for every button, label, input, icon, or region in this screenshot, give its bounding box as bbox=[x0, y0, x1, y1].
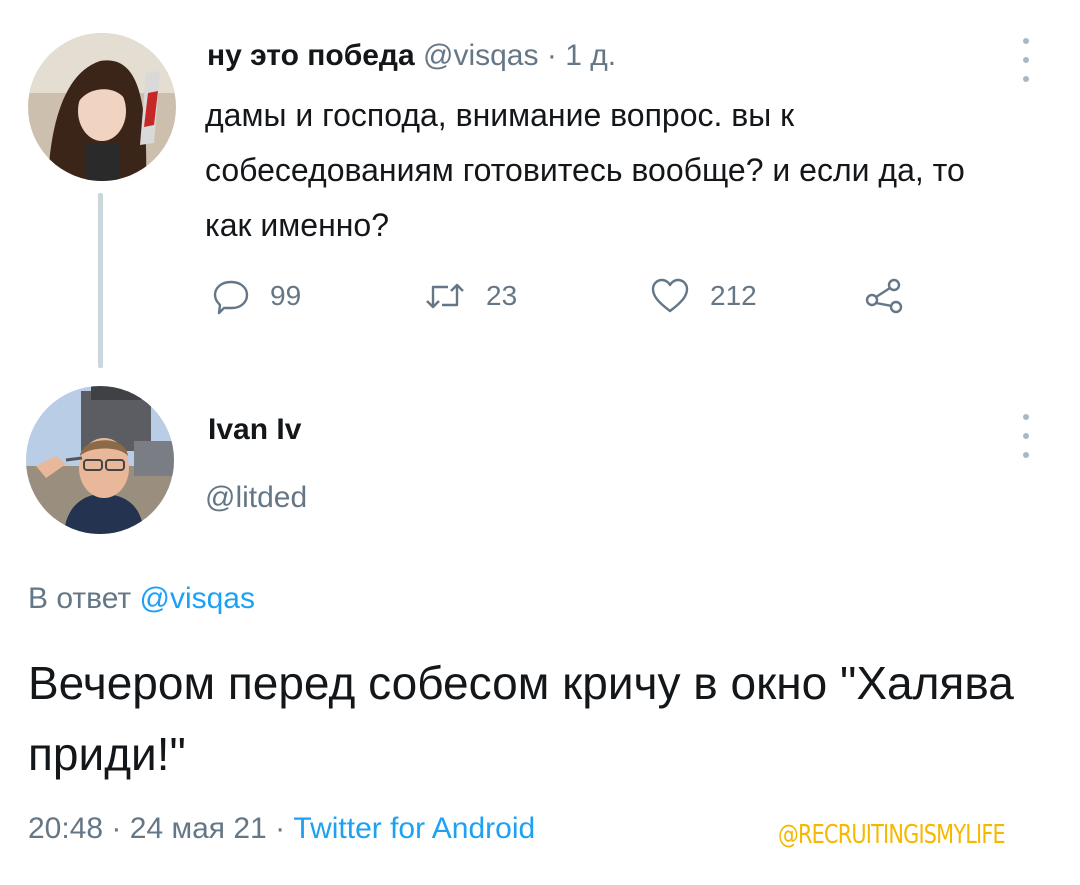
reply-tweet-text: Вечером перед собесом кричу в окно "Халя… bbox=[28, 657, 1014, 780]
meta-separator: · bbox=[111, 812, 122, 845]
reply-time[interactable]: 20:48 bbox=[28, 812, 103, 845]
like-count: 212 bbox=[710, 280, 757, 311]
reply-count: 99 bbox=[270, 280, 302, 311]
share-nodes-icon bbox=[864, 276, 904, 316]
reply-to-line: В ответ @visqas bbox=[28, 579, 255, 619]
reply-handle[interactable]: @litded bbox=[205, 478, 307, 518]
parent-tweet-header: ну это победа @visqas · 1 д. bbox=[207, 36, 616, 76]
reply-to-prefix: В ответ bbox=[28, 582, 132, 615]
header-separator: · bbox=[546, 39, 557, 72]
reply-display-name[interactable]: Ivan Iv bbox=[208, 410, 301, 450]
retweet-button[interactable]: 23 bbox=[424, 274, 517, 318]
reply-to-handle-link[interactable]: @visqas bbox=[139, 582, 255, 615]
parent-tweet-actions: 99 23 212 bbox=[0, 274, 1080, 318]
parent-tweet-text: дамы и господа, внимание вопрос. вы к со… bbox=[205, 97, 965, 243]
watermark-text: @RECRUITINGISMYLIFE bbox=[778, 820, 1006, 850]
share-button[interactable] bbox=[864, 274, 904, 318]
parent-time-ago[interactable]: 1 д. bbox=[565, 39, 616, 72]
reply-more-menu-icon[interactable] bbox=[1020, 414, 1032, 458]
heart-icon bbox=[650, 277, 690, 315]
meta-separator-2: · bbox=[275, 812, 286, 845]
reply-button[interactable]: 99 bbox=[212, 274, 301, 318]
reply-source-link[interactable]: Twitter for Android bbox=[293, 812, 535, 845]
parent-handle[interactable]: @visqas bbox=[423, 39, 539, 72]
reply-meta: 20:48 · 24 мая 21 · Twitter for Android bbox=[28, 809, 535, 849]
parent-more-menu-icon[interactable] bbox=[1020, 38, 1032, 82]
reply-author-avatar[interactable] bbox=[26, 386, 174, 534]
retweet-count: 23 bbox=[486, 280, 518, 311]
reply-date[interactable]: 24 мая 21 bbox=[130, 812, 267, 845]
retweet-arrows-icon bbox=[424, 277, 466, 315]
like-button[interactable]: 212 bbox=[650, 274, 757, 318]
speech-bubble-icon bbox=[212, 277, 250, 315]
parent-author-avatar[interactable] bbox=[28, 33, 176, 181]
parent-display-name[interactable]: ну это победа bbox=[207, 39, 415, 72]
